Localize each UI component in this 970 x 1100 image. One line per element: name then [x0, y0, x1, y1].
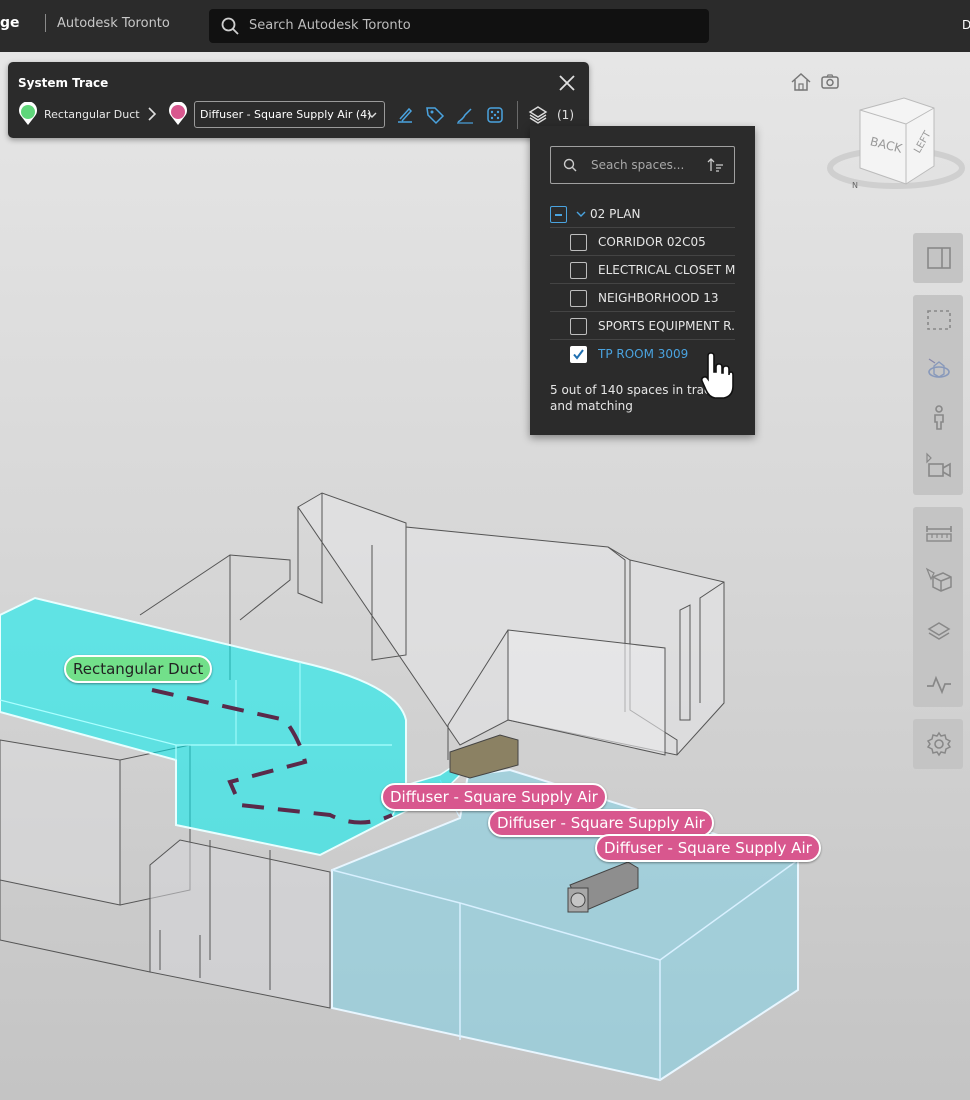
- space-checkbox[interactable]: [570, 262, 587, 279]
- model-scene[interactable]: [0, 52, 970, 1100]
- section-box-icon[interactable]: [925, 565, 953, 593]
- space-checkbox-checked[interactable]: [570, 346, 587, 363]
- isolate-icon[interactable]: [485, 105, 505, 125]
- svg-text:N: N: [852, 181, 858, 190]
- toolbar-group-settings: [913, 719, 963, 769]
- route-icon[interactable]: [455, 105, 475, 125]
- search-placeholder: Search Autodesk Toronto: [249, 18, 411, 33]
- layers-filter-icon[interactable]: [528, 105, 548, 125]
- space-label: CORRIDOR 02C05: [598, 235, 706, 249]
- toolbar-group-panel: [913, 233, 963, 283]
- close-icon[interactable]: [558, 74, 576, 92]
- space-row[interactable]: ELECTRICAL CLOSET M...: [550, 256, 735, 284]
- layers-icon[interactable]: [925, 618, 953, 646]
- view-cube[interactable]: BACK LEFT N: [826, 96, 966, 192]
- app-name[interactable]: ge: [0, 15, 20, 31]
- hand-cursor-icon: [700, 352, 734, 399]
- search-icon: [563, 158, 577, 172]
- space-group-row[interactable]: 02 PLAN: [550, 200, 735, 228]
- space-row[interactable]: SPORTS EQUIPMENT R...: [550, 312, 735, 340]
- tag-icon[interactable]: [425, 105, 445, 125]
- space-label: SPORTS EQUIPMENT R...: [598, 319, 735, 333]
- space-search-placeholder: Seach spaces...: [591, 158, 685, 172]
- group-label: 02 PLAN: [590, 207, 641, 221]
- layers-filter-count: (1): [557, 108, 574, 122]
- chevron-down-icon: [367, 112, 377, 118]
- search-icon: [221, 17, 239, 35]
- rectangular-duct-tag[interactable]: Rectangular Duct: [64, 655, 213, 683]
- target-pin-icon: [169, 102, 187, 125]
- check-icon: [573, 349, 584, 360]
- system-trace-panel: System Trace Rectangular Duct Diffuser -…: [8, 62, 589, 138]
- space-search-input[interactable]: Seach spaces...: [550, 146, 735, 184]
- space-label: NEIGHBORHOOD 13: [598, 291, 719, 305]
- diffuser-tag-1[interactable]: Diffuser - Square Supply Air: [381, 783, 607, 811]
- project-name[interactable]: Autodesk Toronto: [57, 16, 170, 31]
- space-checkbox[interactable]: [570, 318, 587, 335]
- annotate-icon[interactable]: [395, 105, 415, 125]
- divider: [517, 101, 518, 129]
- box-select-icon[interactable]: [925, 306, 953, 334]
- group-checkbox[interactable]: [550, 206, 567, 223]
- global-search-input[interactable]: Search Autodesk Toronto: [209, 9, 709, 43]
- activity-icon[interactable]: [925, 670, 953, 698]
- diffuser-tag-2[interactable]: Diffuser - Square Supply Air: [488, 809, 714, 837]
- chevron-right-icon: [148, 107, 157, 121]
- model-viewport[interactable]: [0, 52, 970, 1100]
- panel-icon[interactable]: [925, 244, 953, 272]
- user-avatar[interactable]: D: [962, 18, 970, 32]
- space-row[interactable]: NEIGHBORHOOD 13: [550, 284, 735, 312]
- orbit-icon[interactable]: [925, 355, 953, 383]
- source-pin-icon: [19, 102, 37, 125]
- measure-icon[interactable]: [925, 518, 953, 546]
- source-label[interactable]: Rectangular Duct: [44, 108, 140, 121]
- toolbar-group-navigation: [913, 295, 963, 495]
- divider: [45, 14, 46, 32]
- sort-icon[interactable]: [707, 157, 725, 173]
- person-icon[interactable]: [925, 403, 953, 431]
- camera-snapshot-icon[interactable]: [821, 72, 839, 90]
- toolbar-group-tools: [913, 507, 963, 707]
- space-checkbox[interactable]: [570, 234, 587, 251]
- chevron-down-icon[interactable]: [576, 210, 586, 218]
- top-bar: ge Autodesk Toronto Search Autodesk Toro…: [0, 0, 970, 52]
- panel-title: System Trace: [18, 76, 109, 90]
- space-row[interactable]: CORRIDOR 02C05: [550, 228, 735, 256]
- home-icon[interactable]: [790, 72, 812, 92]
- space-label: ELECTRICAL CLOSET M...: [598, 263, 735, 277]
- space-checkbox[interactable]: [570, 290, 587, 307]
- settings-icon[interactable]: [925, 730, 953, 758]
- camera-icon[interactable]: [925, 452, 953, 480]
- diffuser-tag-3[interactable]: Diffuser - Square Supply Air: [595, 834, 821, 862]
- target-select-value: Diffuser - Square Supply Air (4): [200, 108, 372, 121]
- target-select[interactable]: Diffuser - Square Supply Air (4): [194, 101, 385, 128]
